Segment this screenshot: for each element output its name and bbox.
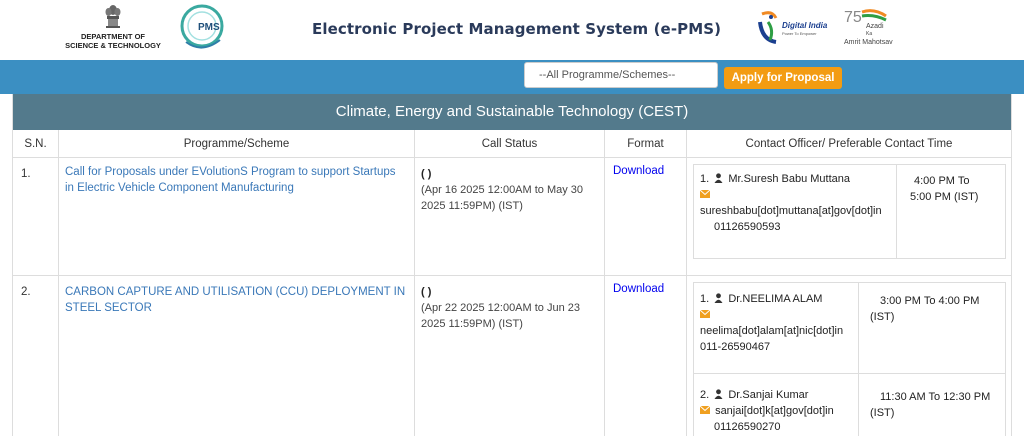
row-format: Download — [605, 276, 687, 436]
row-contacts: 1. Dr.NEELIMA ALAM neelima[dot]alam[at]n… — [687, 276, 1011, 436]
mail-icon — [700, 310, 710, 318]
contact-email: sureshbabu[dot]muttana[at]gov[dot]in — [700, 205, 882, 217]
azadi-line1: Azadi — [866, 23, 884, 30]
contact-row-divider — [694, 373, 1005, 374]
contact-time-line1: 3:00 PM To 4:00 PM — [880, 295, 980, 307]
contact-email: neelima[dot]alam[at]nic[dot]in — [700, 325, 844, 337]
row-format: Download — [605, 158, 687, 275]
contact-name-line: 2. Dr.Sanjai Kumar — [700, 389, 808, 401]
page-title: Electronic Project Management System (e-… — [312, 20, 722, 38]
contact-detail: sanjai[dot]k[at]gov[dot]in 01126590270 — [700, 403, 834, 435]
row-sn: 1. — [13, 158, 59, 275]
download-link[interactable]: Download — [613, 165, 664, 177]
contact-phone: 01126590270 — [714, 421, 781, 433]
status-line2: 2025 11:59PM) (IST) — [421, 318, 523, 330]
contact-time-line2: (IST) — [870, 407, 895, 419]
toolbar — [0, 60, 1024, 94]
row-contacts: 1. Mr.Suresh Babu Muttana sureshbabu[dot… — [687, 158, 1011, 275]
header-format: Format — [605, 130, 687, 158]
status-line2: 2025 11:59PM) (IST) — [421, 200, 523, 212]
contact-name: Mr.Suresh Babu Muttana — [728, 173, 850, 185]
contact-time: 4:00 PM To 5:00 PM (IST) — [910, 173, 978, 205]
programme-link-line1[interactable]: CARBON CAPTURE AND UTILISATION (CCU) DEP… — [65, 284, 408, 300]
status-paren: ( ) — [421, 286, 432, 298]
azadi-number: 75 — [844, 9, 862, 26]
pms-logo-text: PMS — [198, 22, 220, 33]
national-emblem-icon — [104, 4, 122, 30]
contact-time-line2: (IST) — [870, 311, 895, 323]
row-call-status: ( ) (Apr 22 2025 12:00AM to Jun 23 2025 … — [415, 276, 605, 436]
contact-index: 2. — [700, 389, 710, 401]
apply-for-proposal-button[interactable]: Apply for Proposal — [724, 67, 842, 89]
programme-select[interactable]: --All Programme/Schemes-- — [524, 62, 718, 88]
table-row: 1. Call for Proposals under EVolutionS P… — [13, 158, 1011, 276]
row-sn: 2. — [13, 276, 59, 436]
contact-time-line2: 5:00 PM (IST) — [910, 191, 979, 203]
mail-icon — [700, 190, 710, 198]
row-call-status: ( ) (Apr 16 2025 12:00AM to May 30 2025 … — [415, 158, 605, 275]
status-line1: (Apr 16 2025 12:00AM to May 30 — [421, 184, 584, 196]
azadi-ka-amrit-mahotsav-logo[interactable]: 75 Azadi Ka Amrit Mahotsav — [842, 6, 906, 48]
contact-detail: neelima[dot]alam[at]nic[dot]in 011-26590… — [700, 307, 843, 355]
azadi-line2: Ka — [866, 31, 872, 37]
contact-time: 11:30 AM To 12:30 PM (IST) — [870, 389, 990, 421]
status-line1: (Apr 22 2025 12:00AM to Jun 23 — [421, 302, 580, 314]
contact-name-line: 1. Mr.Suresh Babu Muttana — [700, 173, 850, 185]
digital-india-text: Digital India — [782, 21, 828, 30]
table-row: 2. CARBON CAPTURE AND UTILISATION (CCU) … — [13, 276, 1011, 436]
digital-india-logo[interactable]: Digital India Power To Empower — [758, 8, 836, 48]
contact-name: Dr.Sanjai Kumar — [728, 389, 809, 401]
dept-line1: DEPARTMENT OF — [80, 32, 146, 41]
contact-detail: sureshbabu[dot]muttana[at]gov[dot]in 011… — [700, 187, 882, 235]
contact-phone: 011-26590467 — [700, 341, 771, 353]
contact-card: 1. Mr.Suresh Babu Muttana sureshbabu[dot… — [693, 164, 1006, 259]
site-header: DEPARTMENT OF SCIENCE & TECHNOLOGY PMS E… — [0, 0, 1024, 60]
header-programme: Programme/Scheme — [59, 130, 415, 158]
header-call-status: Call Status — [415, 130, 605, 158]
header-sn: S.N. — [13, 130, 59, 158]
contact-time: 3:00 PM To 4:00 PM (IST) — [870, 293, 979, 325]
mail-icon — [700, 406, 710, 414]
programme-table: Climate, Energy and Sustainable Technolo… — [12, 94, 1012, 436]
dept-line2: SCIENCE & TECHNOLOGY — [65, 41, 161, 50]
contact-index: 1. — [700, 173, 710, 185]
pms-logo[interactable]: PMS — [176, 2, 228, 54]
contact-time-line1: 11:30 AM To 12:30 PM — [880, 391, 991, 403]
dst-logo[interactable]: DEPARTMENT OF SCIENCE & TECHNOLOGY — [58, 4, 168, 56]
contact-index: 1. — [700, 293, 710, 305]
contact-card: 1. Dr.NEELIMA ALAM neelima[dot]alam[at]n… — [693, 282, 1006, 436]
digital-india-tagline: Power To Empower — [782, 31, 817, 36]
person-icon — [714, 173, 723, 183]
section-title: Climate, Energy and Sustainable Technolo… — [13, 94, 1011, 130]
person-icon — [714, 293, 723, 303]
contact-divider — [858, 283, 859, 436]
download-link[interactable]: Download — [613, 283, 664, 295]
contact-name: Dr.NEELIMA ALAM — [728, 293, 823, 305]
contact-email: sanjai[dot]k[at]gov[dot]in — [715, 405, 834, 417]
programme-link-line1[interactable]: Call for Proposals under EVolutionS Prog… — [65, 164, 408, 180]
programme-link-line2[interactable]: in Electric Vehicle Component Manufactur… — [65, 180, 408, 196]
programme-link-line2[interactable]: STEEL SECTOR — [65, 300, 408, 316]
contact-name-line: 1. Dr.NEELIMA ALAM — [700, 293, 822, 305]
contact-divider — [896, 165, 897, 258]
status-paren: ( ) — [421, 168, 432, 180]
azadi-line3: Amrit Mahotsav — [844, 39, 893, 46]
row-programme: CARBON CAPTURE AND UTILISATION (CCU) DEP… — [59, 276, 415, 436]
contact-time-line1: 4:00 PM To — [914, 175, 970, 187]
table-header: S.N. Programme/Scheme Call Status Format… — [13, 130, 1011, 158]
person-icon — [714, 389, 723, 399]
row-programme: Call for Proposals under EVolutionS Prog… — [59, 158, 415, 275]
contact-phone: 01126590593 — [714, 221, 781, 233]
header-contact: Contact Officer/ Preferable Contact Time — [745, 138, 953, 150]
